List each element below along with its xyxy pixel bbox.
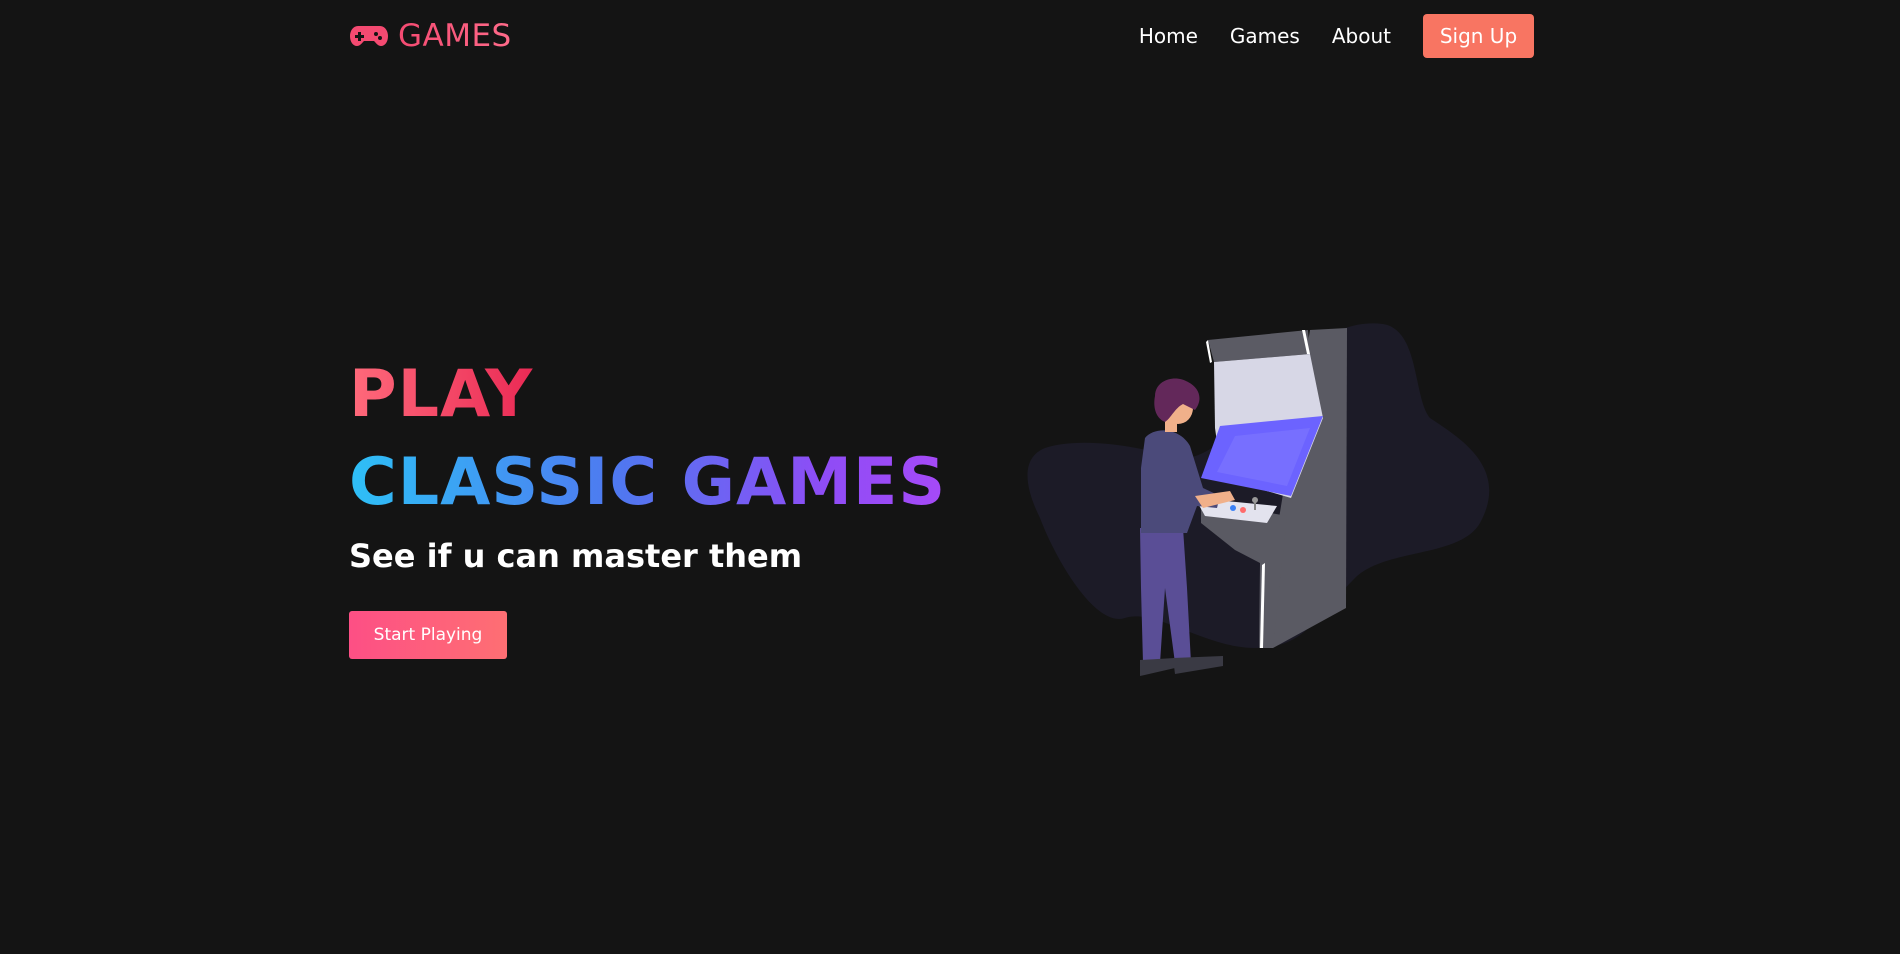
hero-title-play: PLAY	[349, 355, 533, 435]
page: GAMES Home Games About Sign Up PLAY CLAS…	[0, 0, 1900, 954]
brand-text: GAMES	[398, 18, 512, 54]
hero-subtitle: See if u can master them	[349, 537, 803, 575]
arcade-player-illustration	[1027, 323, 1490, 676]
nav-link-about[interactable]: About	[1332, 24, 1391, 48]
hero-title-classic-games: CLASSIC GAMES	[349, 443, 946, 523]
brand-logo[interactable]: GAMES	[349, 18, 512, 54]
start-playing-button[interactable]: Start Playing	[349, 611, 507, 659]
nav-links: Home Games About Sign Up	[1139, 14, 1534, 58]
signup-button[interactable]: Sign Up	[1423, 14, 1534, 58]
nav-link-games[interactable]: Games	[1230, 24, 1300, 48]
gamepad-icon	[350, 26, 388, 46]
person-shoes	[1140, 658, 1175, 676]
nav-link-home[interactable]: Home	[1139, 24, 1198, 48]
navbar: GAMES Home Games About Sign Up	[349, 14, 1534, 58]
